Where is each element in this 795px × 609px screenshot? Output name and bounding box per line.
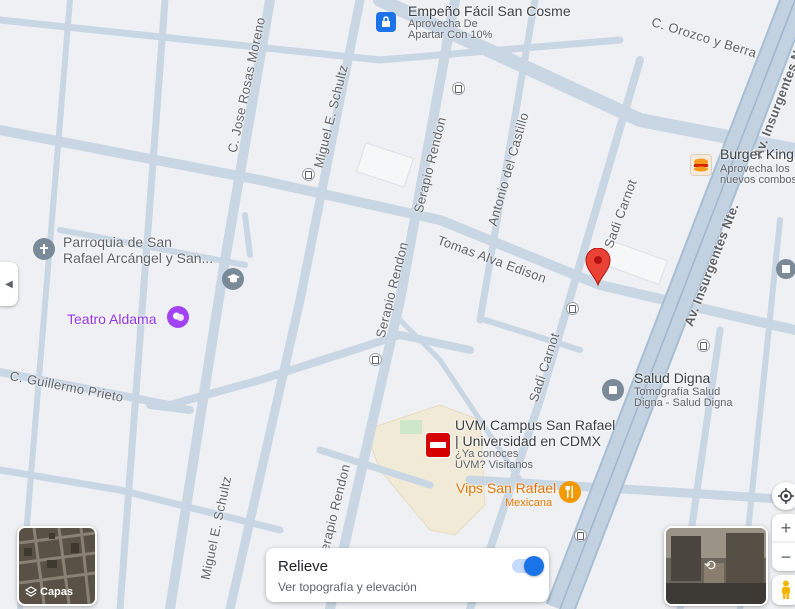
theater-icon[interactable]	[167, 306, 189, 328]
poi-sub-vips: Mexicana	[505, 497, 553, 509]
poi-name-parroquia-1[interactable]: Parroquia de San	[63, 235, 172, 250]
street-view-image	[666, 528, 766, 604]
cross-icon[interactable]	[33, 238, 55, 260]
cutlery-glyph	[565, 486, 573, 498]
toggle-knob	[524, 556, 544, 576]
medical-icon[interactable]	[602, 379, 624, 401]
poi-name-burger[interactable]: Burger King	[720, 147, 794, 162]
bus-stop-icon[interactable]	[302, 168, 315, 181]
cross-glyph	[40, 244, 48, 254]
chevron-left-icon: ◀	[5, 278, 13, 290]
uvm-logo[interactable]	[425, 432, 451, 458]
poi-edge-icon[interactable]	[776, 259, 795, 279]
poi-name-vips[interactable]: Vips San Rafael	[456, 481, 556, 496]
burger-king-logo[interactable]	[690, 154, 712, 176]
bus-stop-icon[interactable]	[574, 529, 587, 542]
uvm-glyph	[430, 442, 446, 448]
square-glyph	[609, 386, 617, 394]
poi-sub-empeno-2: Apartar Con 10%	[408, 29, 493, 41]
bus-stop-icon[interactable]	[697, 339, 710, 352]
lock-bag-icon[interactable]	[376, 12, 396, 32]
poi-name-empeno[interactable]: Empeño Fácil San Cosme	[408, 4, 571, 19]
zoom-in-button[interactable]: +	[772, 514, 795, 542]
poi-name-salud[interactable]: Salud Digna	[634, 371, 710, 386]
layers-label-group: Capas	[25, 586, 73, 598]
lock-glyph	[382, 16, 390, 27]
layers-label: Capas	[40, 586, 74, 598]
bus-stop-icon[interactable]	[452, 82, 465, 95]
crosshair-icon	[778, 488, 794, 504]
minus-icon: −	[780, 546, 792, 567]
pegman-button[interactable]	[772, 575, 795, 605]
poi-sub-uvm-2: UVM? Visitanos	[455, 459, 534, 471]
school-icon[interactable]	[222, 268, 244, 290]
poi-sub-burger-2: nuevos combos	[720, 174, 795, 186]
marker-glyph	[585, 248, 611, 286]
poi-sub-salud-2: Digna - Salud Digna	[634, 397, 733, 409]
collapse-side-panel-button[interactable]: ◀	[0, 262, 18, 306]
burger-glyph	[694, 158, 708, 172]
bus-stop-icon[interactable]	[369, 353, 382, 366]
plus-icon: +	[780, 517, 792, 538]
zoom-out-button[interactable]: −	[772, 542, 795, 571]
pegman-icon	[782, 580, 790, 599]
bus-stop-icon[interactable]	[566, 302, 579, 315]
layers-button[interactable]: Capas	[17, 526, 97, 606]
masks-glyph	[172, 312, 184, 321]
relief-title: Relieve	[278, 558, 329, 575]
my-location-button[interactable]	[772, 482, 795, 510]
relief-toggle[interactable]	[512, 556, 544, 576]
relief-card[interactable]: Relieve Ver topografía y elevación	[266, 548, 549, 602]
location-marker-icon[interactable]	[585, 248, 611, 286]
360-icon: ⟲	[704, 558, 716, 574]
square-glyph	[782, 265, 790, 273]
layers-icon	[25, 586, 37, 597]
poi-name-uvm-1[interactable]: UVM Campus San Rafael	[455, 418, 615, 433]
map-canvas[interactable]	[0, 0, 795, 609]
mortarboard-glyph	[226, 274, 240, 283]
poi-name-parroquia-2[interactable]: Rafael Arcángel y San...	[63, 251, 213, 266]
poi-name-uvm-2[interactable]: | Universidad en CDMX	[455, 434, 601, 449]
fork-knife-icon[interactable]	[559, 481, 581, 503]
relief-subtitle: Ver topografía y elevación	[278, 580, 417, 594]
street-view-thumbnail[interactable]: ⟲	[664, 526, 768, 606]
poi-name-teatro[interactable]: Teatro Aldama	[67, 312, 157, 327]
